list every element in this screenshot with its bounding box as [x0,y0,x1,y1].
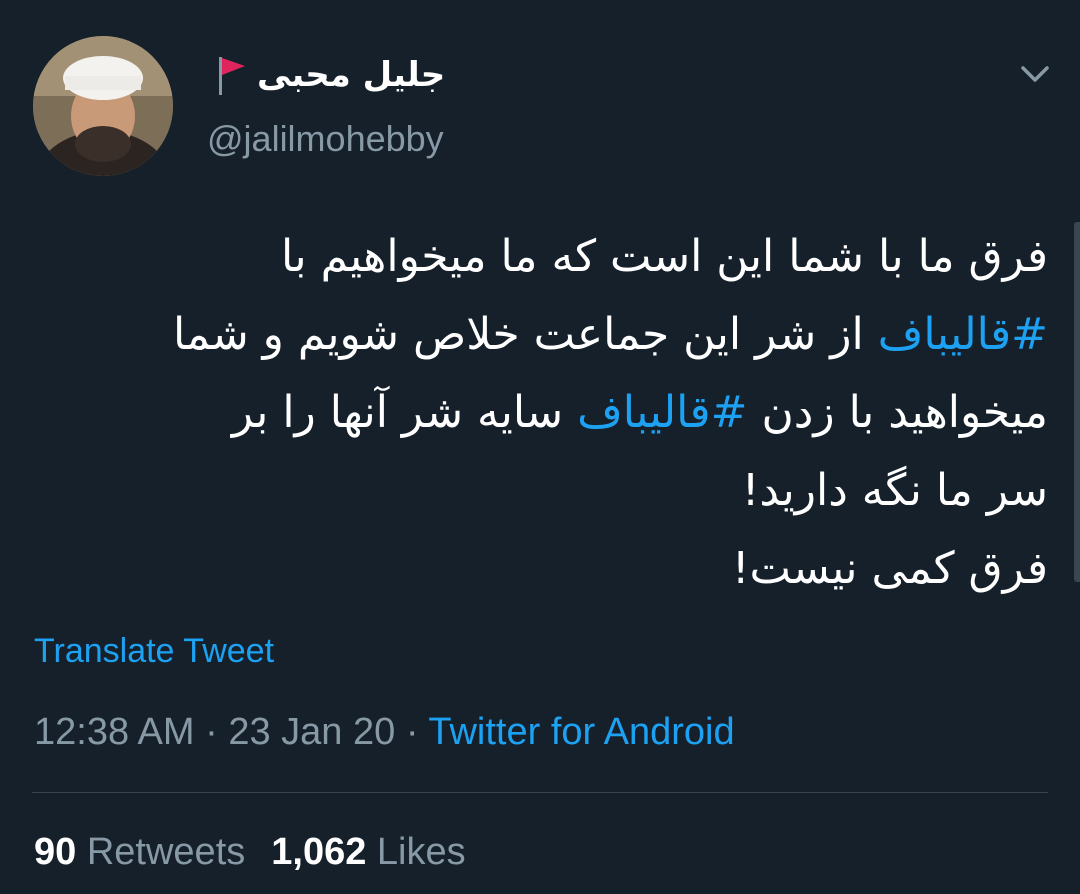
tweet-text-segment: سر ما نگه دارید! [741,465,1048,516]
hashtag-link[interactable]: #قالیباف [577,387,747,438]
tweet-line: فرق ما با شما این است که ما میخواهیم با [30,218,1048,296]
retweets-count: 90 [34,831,77,873]
tweet-line: میخواهید با زدن #قالیباف سایه شر آنها را… [30,374,1048,452]
likes-stat[interactable]: 1,062 Likes [271,831,465,873]
username-handle[interactable]: @jalilmohebby [207,118,444,160]
red-flag-icon [215,53,247,97]
tweet-text-segment: فرق ما با شما این است که ما میخواهیم با [280,231,1048,282]
tweet-metadata: 12:38 AM · 23 Jan 20 · Twitter for Andro… [34,711,735,754]
tweet-line: فرق کمی نیست! [30,530,1048,608]
hashtag-link[interactable]: #قالیباف [878,309,1048,360]
tweet-text-segment: از شر این جماعت خلاص شویم و شما [172,309,878,360]
tweet-text-segment: فرق کمی نیست! [731,543,1048,594]
author-name-row[interactable]: جلیل محبی [215,50,445,100]
tweet-source-link[interactable]: Twitter for Android [428,711,734,753]
tweet-text: فرق ما با شما این است که ما میخواهیم با #… [30,218,1048,608]
meta-separator: · [395,711,429,753]
tweet-date: 23 Jan 20 [228,711,396,753]
tweet-text-segment: میخواهید با زدن [747,387,1048,438]
tweet-stats: 90 Retweets 1,062 Likes [34,831,466,874]
translate-tweet-link[interactable]: Translate Tweet [34,632,274,671]
avatar[interactable] [33,36,173,176]
tweet-line: #قالیباف از شر این جماعت خلاص شویم و شما [30,296,1048,374]
retweets-label: Retweets [86,831,246,873]
tweet-time: 12:38 AM [34,711,195,753]
divider [32,792,1048,793]
chevron-down-icon[interactable] [1018,62,1052,86]
meta-separator: · [194,711,229,753]
profile-photo-icon [33,36,173,176]
likes-count: 1,062 [271,831,367,873]
display-name[interactable]: جلیل محبی [257,50,445,100]
tweet-text-segment: سایه شر آنها را بر [231,387,578,438]
likes-label: Likes [376,831,466,873]
tweet-line: سر ما نگه دارید! [30,452,1048,530]
scrollbar[interactable] [1074,222,1080,582]
retweets-stat[interactable]: 90 Retweets [34,831,245,873]
